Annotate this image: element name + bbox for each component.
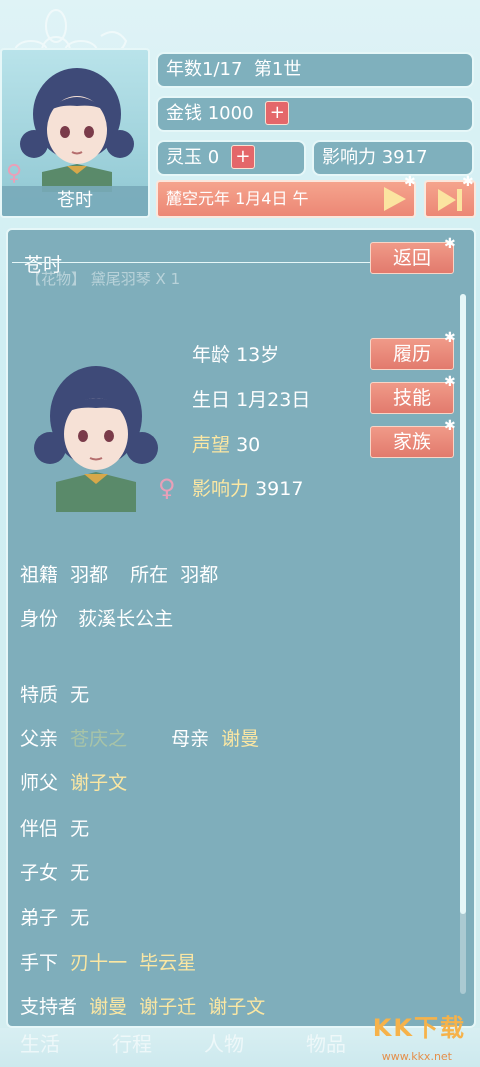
history-button[interactable]: 履历	[370, 338, 454, 370]
influence-box: 影响力 3917	[312, 140, 474, 176]
tab-items[interactable]: 物品	[306, 1028, 346, 1057]
master-value[interactable]: 谢子文	[70, 772, 127, 794]
supporter-row: 支持者 谢曼 谢子迁 谢子文	[20, 992, 265, 1019]
character-name: 苍时	[2, 186, 148, 216]
birthday-label: 生日	[192, 389, 231, 411]
money-box: 金钱 1000 +	[156, 96, 474, 132]
supporter-label: 支持者	[20, 996, 78, 1018]
gender-female-icon: ♀	[6, 161, 23, 186]
add-money-button[interactable]: +	[265, 100, 290, 125]
watermark-logo: KK下载	[372, 1014, 466, 1042]
mother-label: 母亲	[171, 728, 210, 750]
partner-value: 无	[70, 818, 90, 840]
birthday-value: 1月23日	[236, 389, 311, 411]
origin-row: 祖籍 羽都 所在 羽都	[20, 560, 218, 587]
money-value: 1000	[207, 103, 254, 124]
age-stat: 年龄 13岁	[192, 340, 279, 367]
disciple-value: 无	[70, 907, 90, 929]
children-label: 子女	[20, 862, 59, 884]
children-row: 子女 无	[20, 858, 89, 885]
identity-label: 身份	[20, 608, 59, 630]
identity-row: 身份 荻溪长公主	[20, 604, 173, 631]
trait-row: 特质 无	[20, 680, 89, 707]
sparkle-icon: ✱	[444, 374, 456, 390]
birthday-stat: 生日 1月23日	[192, 385, 310, 412]
fame-stat: 声望 30	[192, 430, 260, 457]
subordinate-link[interactable]: 毕云星	[139, 952, 196, 974]
supporter-link[interactable]: 谢曼	[89, 996, 127, 1018]
jade-value: 0	[207, 147, 220, 168]
influence-stat: 影响力 3917	[192, 474, 303, 501]
subordinate-link[interactable]: 刃十一	[70, 952, 127, 974]
influence-label: 影响力	[322, 147, 376, 168]
identity-value: 荻溪长公主	[78, 608, 174, 630]
skip-bar-icon	[457, 189, 462, 211]
watermark-url: www.kkx.net	[381, 1050, 452, 1063]
partner-label: 伴侣	[20, 818, 59, 840]
character-large-avatar	[34, 366, 158, 512]
tab-life[interactable]: 生活	[20, 1028, 60, 1057]
location-value: 羽都	[180, 564, 219, 586]
current-date: 麓空元年 1月4日 午	[166, 189, 309, 208]
faded-notification-text: 【花物】 黛尾羽琴 X 1	[26, 270, 181, 288]
parents-row: 父亲 苍庆之 母亲 谢曼	[20, 724, 259, 751]
sparkle-icon: ✱	[404, 174, 416, 190]
add-jade-button[interactable]: +	[230, 144, 255, 169]
influence-stat-value: 3917	[255, 478, 304, 500]
skills-button[interactable]: 技能	[370, 382, 454, 414]
location-label: 所在	[130, 564, 169, 586]
father-label: 父亲	[20, 728, 59, 750]
year-info-text: 年数1/17 第1世	[166, 59, 302, 80]
subordinate-row: 手下 刃十一 毕云星	[20, 948, 196, 975]
supporter-link[interactable]: 谢子迁	[139, 996, 196, 1018]
age-value: 13岁	[236, 344, 280, 366]
tab-characters[interactable]: 人物	[204, 1028, 244, 1057]
age-label: 年龄	[192, 344, 231, 366]
influence-stat-label: 影响力	[192, 478, 250, 500]
fame-value: 30	[236, 434, 261, 456]
disciple-row: 弟子 无	[20, 903, 89, 930]
character-portrait-card[interactable]: ♀ 苍时	[0, 48, 150, 218]
sparkle-icon: ✱	[444, 236, 456, 252]
money-label: 金钱	[166, 103, 202, 124]
fame-label: 声望	[192, 434, 231, 456]
jade-box: 灵玉 0 +	[156, 140, 306, 176]
play-icon[interactable]	[384, 187, 406, 211]
back-button[interactable]: 返回	[370, 242, 454, 274]
sparkle-icon: ✱	[444, 330, 456, 346]
supporter-link[interactable]: 谢子文	[208, 996, 265, 1018]
partner-row: 伴侣 无	[20, 814, 89, 841]
title-divider	[12, 262, 402, 263]
year-info: 年数1/17 第1世	[156, 52, 474, 88]
children-value: 无	[70, 862, 90, 884]
trait-label: 特质	[20, 684, 59, 706]
sparkle-icon: ✱	[444, 418, 456, 434]
disciple-label: 弟子	[20, 907, 59, 929]
skip-forward-icon	[438, 189, 456, 211]
subordinate-label: 手下	[20, 952, 59, 974]
tab-schedule[interactable]: 行程	[112, 1028, 152, 1057]
date-bar[interactable]: 麓空元年 1月4日 午	[156, 180, 416, 218]
sparkle-icon: ✱	[462, 174, 474, 190]
influence-value: 3917	[381, 147, 428, 168]
mother-value[interactable]: 谢曼	[221, 728, 259, 750]
family-button[interactable]: 家族	[370, 426, 454, 458]
master-label: 师父	[20, 772, 59, 794]
jade-label: 灵玉	[166, 147, 202, 168]
character-avatar	[20, 68, 134, 192]
trait-value: 无	[70, 684, 90, 706]
scrollbar-thumb[interactable]	[460, 294, 466, 914]
origin-value: 羽都	[70, 564, 109, 586]
scrollbar[interactable]	[460, 294, 466, 994]
origin-label: 祖籍	[20, 564, 59, 586]
father-value[interactable]: 苍庆之	[70, 728, 127, 750]
master-row: 师父 谢子文	[20, 768, 127, 795]
gender-female-icon: ♀	[158, 474, 176, 502]
